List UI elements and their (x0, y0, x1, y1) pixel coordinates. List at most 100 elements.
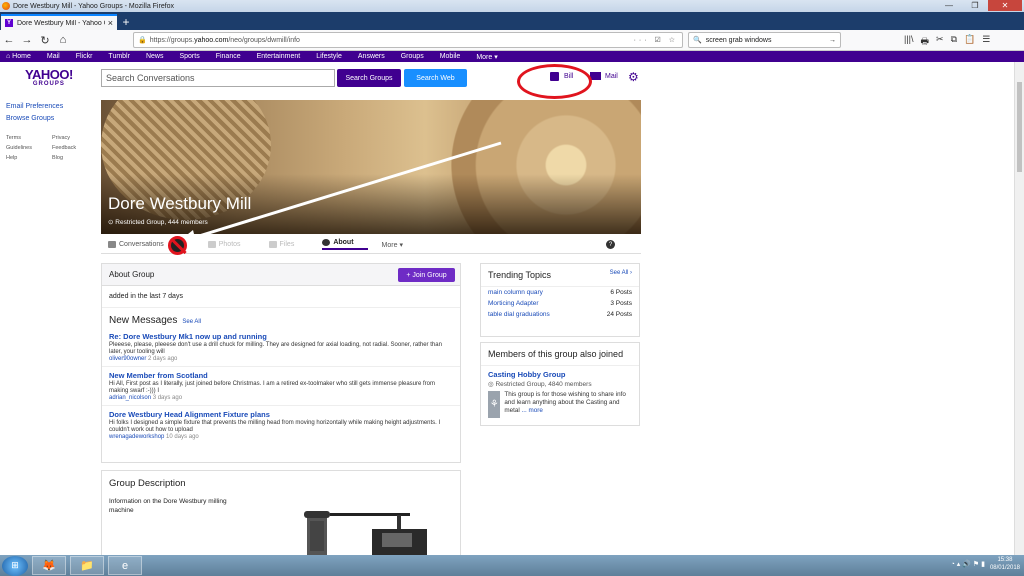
email-preferences-link[interactable]: Email Preferences (6, 103, 63, 110)
taskbar-explorer-icon[interactable]: 📁 (70, 556, 104, 575)
blog-link[interactable]: Blog (52, 155, 92, 161)
related-group-meta: ◎ Restricted Group, 4840 members (488, 381, 592, 388)
tab-more[interactable]: More ▾ (382, 241, 403, 249)
message-footer: wrenagadeworkshop 10 days ago (109, 434, 199, 440)
group-cover-banner: Dore Westbury Mill ⊙ Restricted Group, 4… (101, 100, 641, 234)
ybar-tumblr[interactable]: Tumblr (108, 53, 130, 60)
trending-topics-header: Trending Topics See All › (481, 264, 639, 287)
search-web-button[interactable]: Search Web (404, 69, 467, 87)
url-bar[interactable]: 🔒 https://groups.yahoo.com/neo/groups/dw… (133, 32, 683, 48)
system-tray: ◔ ▴ 🔊 ⚑ ▮ 15:38 08/01/2018 (951, 556, 1020, 572)
minimize-icon[interactable]: — (936, 0, 962, 11)
footer-links: Terms Privacy Guidelines Feedback Help B… (6, 135, 92, 161)
yahoo-groups-logo[interactable]: YAHOO! GROUPS (25, 67, 73, 87)
page-scrollbar[interactable] (1014, 62, 1024, 555)
url-text: https://groups.yahoo.com/neo/groups/dwmi… (149, 36, 300, 44)
lock-icon: 🔒 (138, 37, 147, 44)
tab-about[interactable]: About (322, 239, 368, 250)
menu-icon[interactable]: ☰ (982, 34, 990, 50)
paste-icon[interactable]: 📋 (964, 34, 975, 50)
mail-link[interactable]: Mail (590, 72, 618, 80)
start-button-icon[interactable]: ⊞ (2, 555, 28, 576)
help-link[interactable]: Help (6, 155, 52, 161)
tab-yahoo-groups[interactable]: Y Dore Westbury Mill - Yahoo Gr × (1, 14, 117, 30)
toolbar-icons: |||\ 🖶 ✂ ⧉ 📋 ☰ (904, 34, 990, 50)
trending-topic-link[interactable]: Morticing Adapter (488, 300, 539, 307)
related-group-link[interactable]: Casting Hobby Group (481, 366, 639, 380)
see-all-messages-link[interactable]: See All (182, 319, 201, 325)
group-meta: ⊙ Restricted Group, 444 members (108, 219, 208, 226)
url-actions-icon[interactable]: ··· ☑ ☆ (634, 36, 678, 44)
back-button[interactable]: ← (0, 31, 18, 49)
message-body: Pleeese, please, pleeese don't use a dri… (109, 342, 442, 355)
tray-icons[interactable]: ◔ ▴ 🔊 ⚑ ▮ (951, 560, 985, 568)
window-title: Dore Westbury Mill - Yahoo Groups - Mozi… (13, 2, 175, 10)
tab-label: Dore Westbury Mill - Yahoo Gr (17, 19, 105, 27)
ybar-news[interactable]: News (146, 53, 164, 60)
tab-photos[interactable]: Photos (207, 241, 255, 248)
search-conversations-input[interactable]: Search Conversations (101, 69, 335, 87)
ybar-answers[interactable]: Answers (358, 53, 385, 60)
maximize-icon[interactable]: ❐ (962, 0, 988, 11)
guidelines-link[interactable]: Guidelines (6, 145, 52, 151)
search-groups-button[interactable]: Search Groups (337, 69, 401, 87)
ybar-finance[interactable]: Finance (216, 53, 241, 60)
privacy-link[interactable]: Privacy (52, 135, 92, 141)
ybar-home[interactable]: ⌂ Home (6, 53, 31, 60)
taskbar-firefox-icon[interactable]: 🦊 (32, 556, 66, 575)
library-icon[interactable]: |||\ (904, 34, 914, 50)
join-group-button[interactable]: + Join Group (398, 268, 455, 282)
milling-machine-image (304, 511, 427, 559)
message-title[interactable]: Dore Westbury Head Alignment Fixture pla… (109, 410, 453, 419)
help-icon[interactable]: ? (606, 240, 615, 249)
clock[interactable]: 15:38 08/01/2018 (990, 556, 1020, 572)
search-go-icon[interactable]: → (829, 37, 836, 44)
taskbar-ie-icon[interactable]: e (108, 556, 142, 575)
message-footer: adrian_nicolson 3 days ago (109, 395, 183, 401)
ybar-groups[interactable]: Groups (401, 53, 424, 60)
trending-topic-row: main column quary 6 Posts (488, 289, 632, 296)
forward-button[interactable]: → (18, 31, 36, 49)
home-button[interactable]: ⌂ (54, 31, 72, 49)
tab-bar: Y Dore Westbury Mill - Yahoo Gr × + (0, 12, 1024, 30)
trending-topic-link[interactable]: table dial graduations (488, 311, 550, 318)
tab-close-icon[interactable]: × (108, 18, 113, 28)
gear-icon[interactable]: ⚙ (628, 70, 639, 84)
trending-see-all-link[interactable]: See All › (610, 270, 632, 280)
message-title[interactable]: Re: Dore Westbury Mk1 now up and running (109, 332, 453, 341)
message-item[interactable]: New Member from Scotland Hi All, First p… (102, 367, 460, 406)
ybar-sports[interactable]: Sports (179, 53, 199, 60)
nav-toolbar: ← → ↻ ⌂ 🔒 https://groups.yahoo.com/neo/g… (0, 30, 1024, 51)
ybar-mobile[interactable]: Mobile (440, 53, 461, 60)
cut-icon[interactable]: ✂ (936, 34, 944, 50)
windows-taskbar: ⊞ 🦊 📁 e ◔ ▴ 🔊 ⚑ ▮ 15:38 08/01/2018 (0, 555, 1024, 576)
browse-groups-link[interactable]: Browse Groups (6, 115, 63, 122)
print-icon[interactable]: 🖶 (921, 34, 930, 50)
ybar-more[interactable]: More ▾ (476, 53, 497, 61)
feedback-link[interactable]: Feedback (52, 145, 92, 151)
ybar-lifestyle[interactable]: Lifestyle (316, 53, 342, 60)
message-item[interactable]: Re: Dore Westbury Mk1 now up and running… (102, 328, 460, 367)
new-tab-button[interactable]: + (117, 14, 135, 30)
message-item[interactable]: Dore Westbury Head Alignment Fixture pla… (102, 406, 460, 444)
message-title[interactable]: New Member from Scotland (109, 371, 453, 380)
close-window-icon[interactable]: ✕ (988, 0, 1022, 11)
browser-search-bar[interactable]: 🔍 screen grab windows → (688, 32, 841, 48)
ybar-entertainment[interactable]: Entertainment (257, 53, 301, 60)
new-messages-heading: New Messages See All (109, 315, 202, 326)
copy-icon[interactable]: ⧉ (951, 34, 957, 50)
terms-link[interactable]: Terms (6, 135, 52, 141)
yahoo-top-bar: ⌂ Home Mail Flickr Tumblr News Sports Fi… (0, 51, 1024, 62)
related-group-avatar-icon[interactable]: ⚘ (488, 391, 501, 418)
ybar-mail[interactable]: Mail (47, 53, 60, 60)
files-icon (268, 241, 277, 248)
read-more-link[interactable]: ... more (522, 407, 543, 414)
ybar-flickr[interactable]: Flickr (76, 53, 93, 60)
message-body: Hi All, First post as I literally, just … (109, 381, 436, 394)
trending-topic-link[interactable]: main column quary (488, 289, 543, 296)
firefox-icon (2, 2, 10, 10)
browser-search-input[interactable]: screen grab windows (706, 37, 829, 44)
reload-button[interactable]: ↻ (36, 31, 54, 49)
tab-files[interactable]: Files (268, 241, 309, 248)
scrollbar-thumb[interactable] (1017, 82, 1022, 172)
